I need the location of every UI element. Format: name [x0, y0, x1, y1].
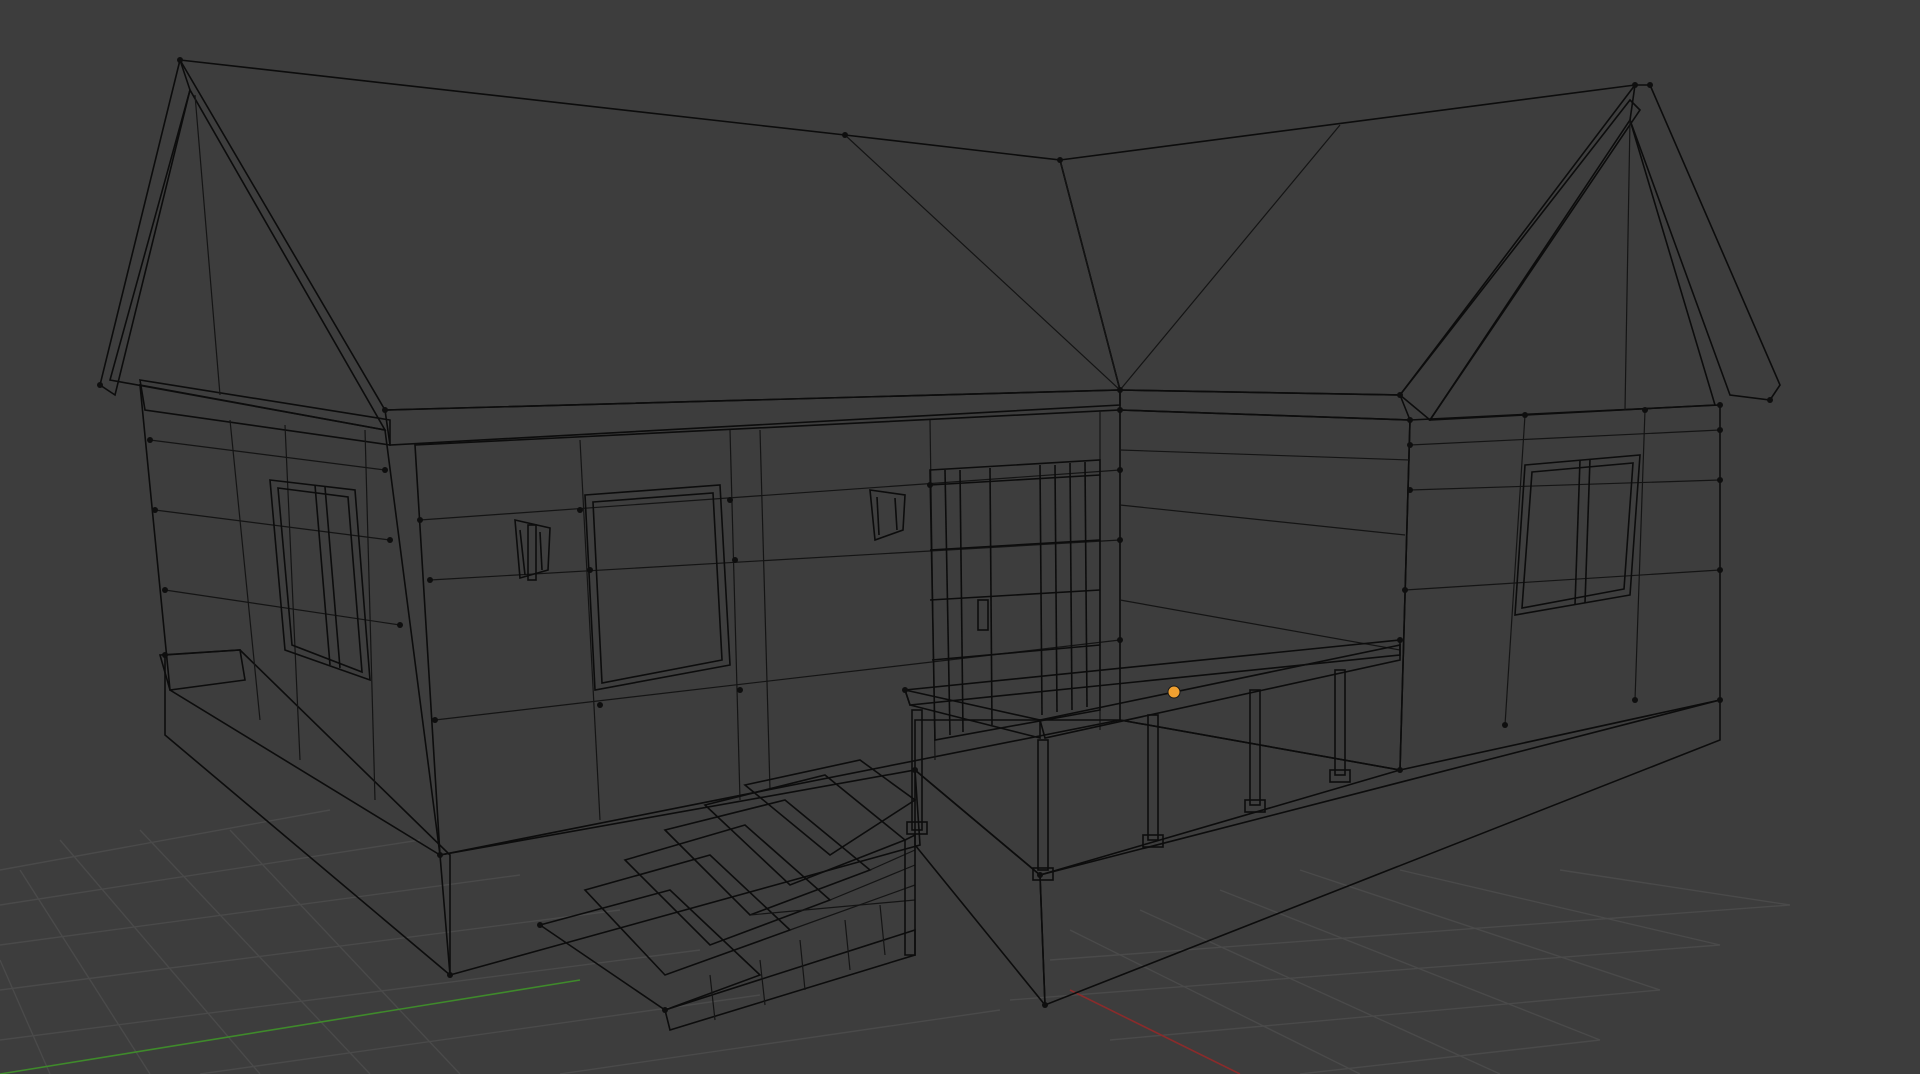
left-roof-edge — [99, 57, 191, 397]
x-axis-line — [1069, 989, 1241, 1074]
wall-lamp-right[interactable] — [869, 489, 906, 542]
right-gable — [1428, 118, 1717, 421]
front-door[interactable] — [929, 459, 1101, 741]
left-gable — [108, 87, 387, 432]
left-side-window[interactable] — [269, 479, 371, 682]
door-handle-icon — [977, 599, 989, 631]
front-fascia — [384, 389, 1121, 446]
roof-left — [178, 59, 1122, 411]
viewport-canvas[interactable] — [0, 0, 1920, 1074]
porch-base-front — [1039, 698, 1721, 1007]
house-mesh[interactable] — [97, 57, 1781, 1032]
inner-corner-wall — [1119, 409, 1411, 771]
right-roof-edge — [1629, 84, 1781, 401]
front-steps[interactable] — [538, 759, 917, 1032]
right-wall-edges — [1404, 409, 1721, 726]
front-wall — [414, 409, 1121, 856]
foundation-left-side — [164, 649, 451, 977]
porch-base-side — [914, 768, 1046, 1008]
front-wall-edges — [419, 410, 1121, 821]
left-soffit — [139, 379, 391, 446]
porch-railing[interactable] — [903, 639, 1401, 881]
3d-viewport[interactable] — [0, 0, 1920, 1074]
wall-lamp-left[interactable] — [514, 518, 551, 581]
object-origin-icon — [1167, 685, 1181, 699]
right-wing-window[interactable] — [1514, 454, 1641, 616]
y-axis-line — [0, 979, 581, 1074]
left-wall-edges — [149, 419, 401, 801]
inner-wall-edges — [1119, 449, 1411, 651]
roof-right — [1058, 83, 1637, 396]
floor-grid — [0, 809, 1791, 1074]
front-window-large[interactable] — [584, 484, 731, 691]
